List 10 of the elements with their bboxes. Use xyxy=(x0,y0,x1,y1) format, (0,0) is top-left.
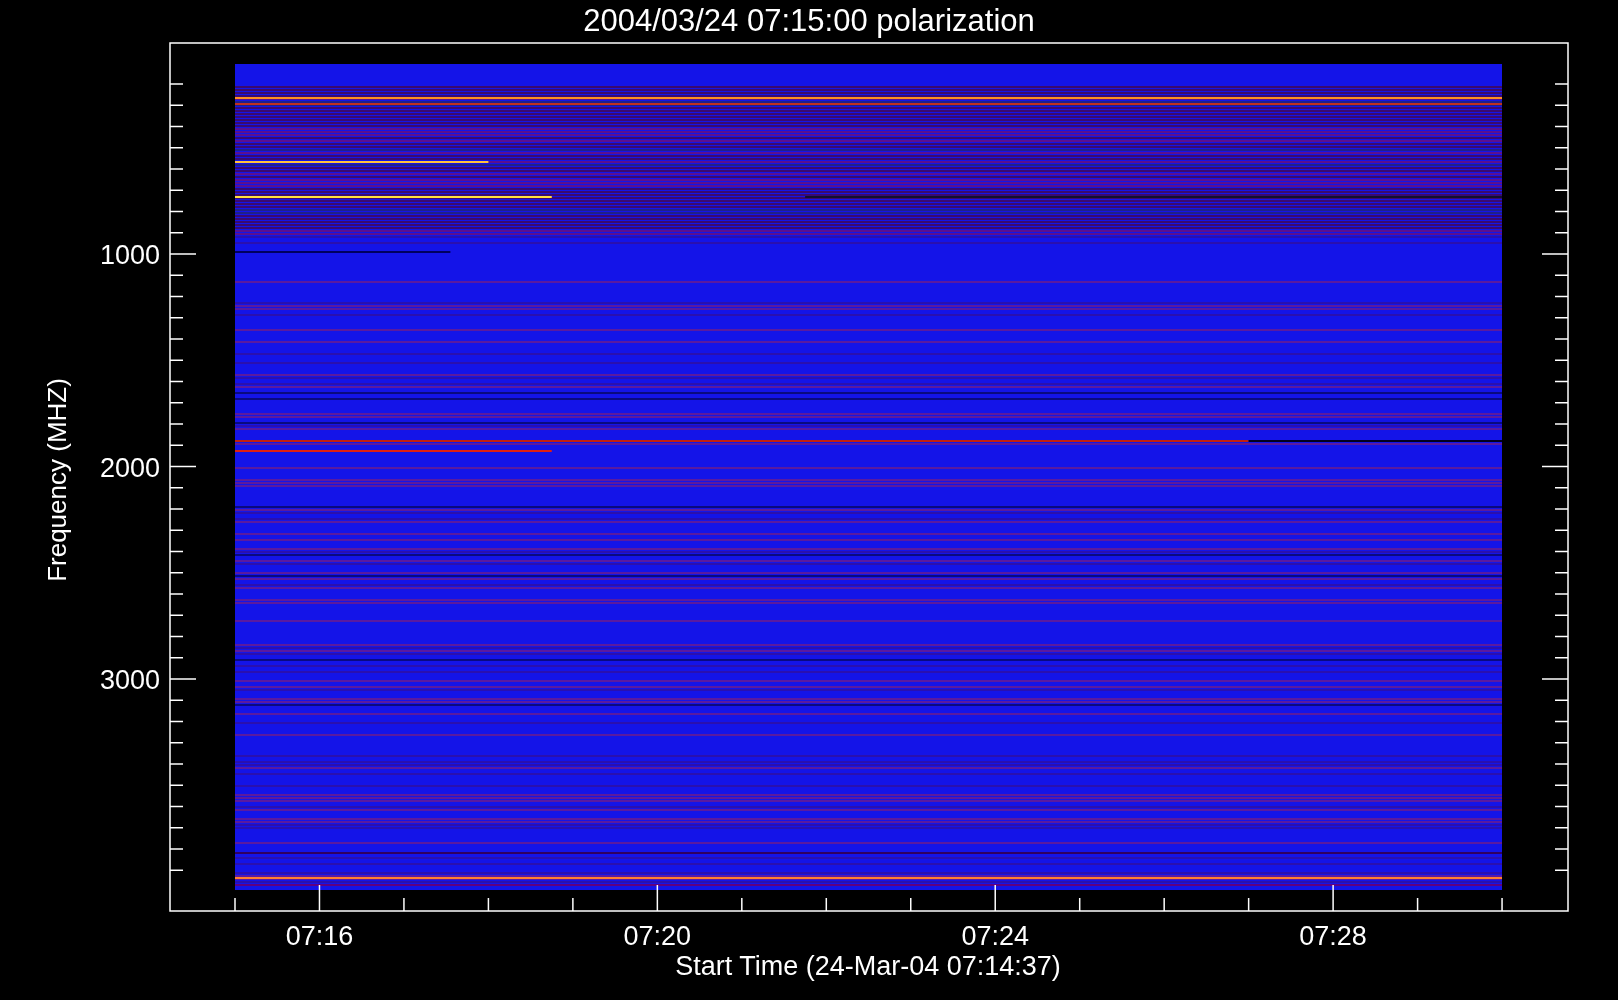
y-tick-label: 2000 xyxy=(99,452,160,483)
x-tick-label: 07:28 xyxy=(1299,921,1367,951)
x-axis-label: Start Time (24-Mar-04 07:14:37) xyxy=(675,951,1061,981)
x-tick-label: 07:16 xyxy=(285,921,354,951)
plot-title: 2004/03/24 07:15:00 polarization xyxy=(583,3,1035,38)
y-axis-label: Frequency (MHZ) xyxy=(42,378,72,582)
x-tick-label: 07:24 xyxy=(961,921,1029,951)
x-tick-label: 07:20 xyxy=(623,921,692,951)
y-tick-label: 1000 xyxy=(99,240,160,270)
y-tick-label: 3000 xyxy=(99,665,160,695)
